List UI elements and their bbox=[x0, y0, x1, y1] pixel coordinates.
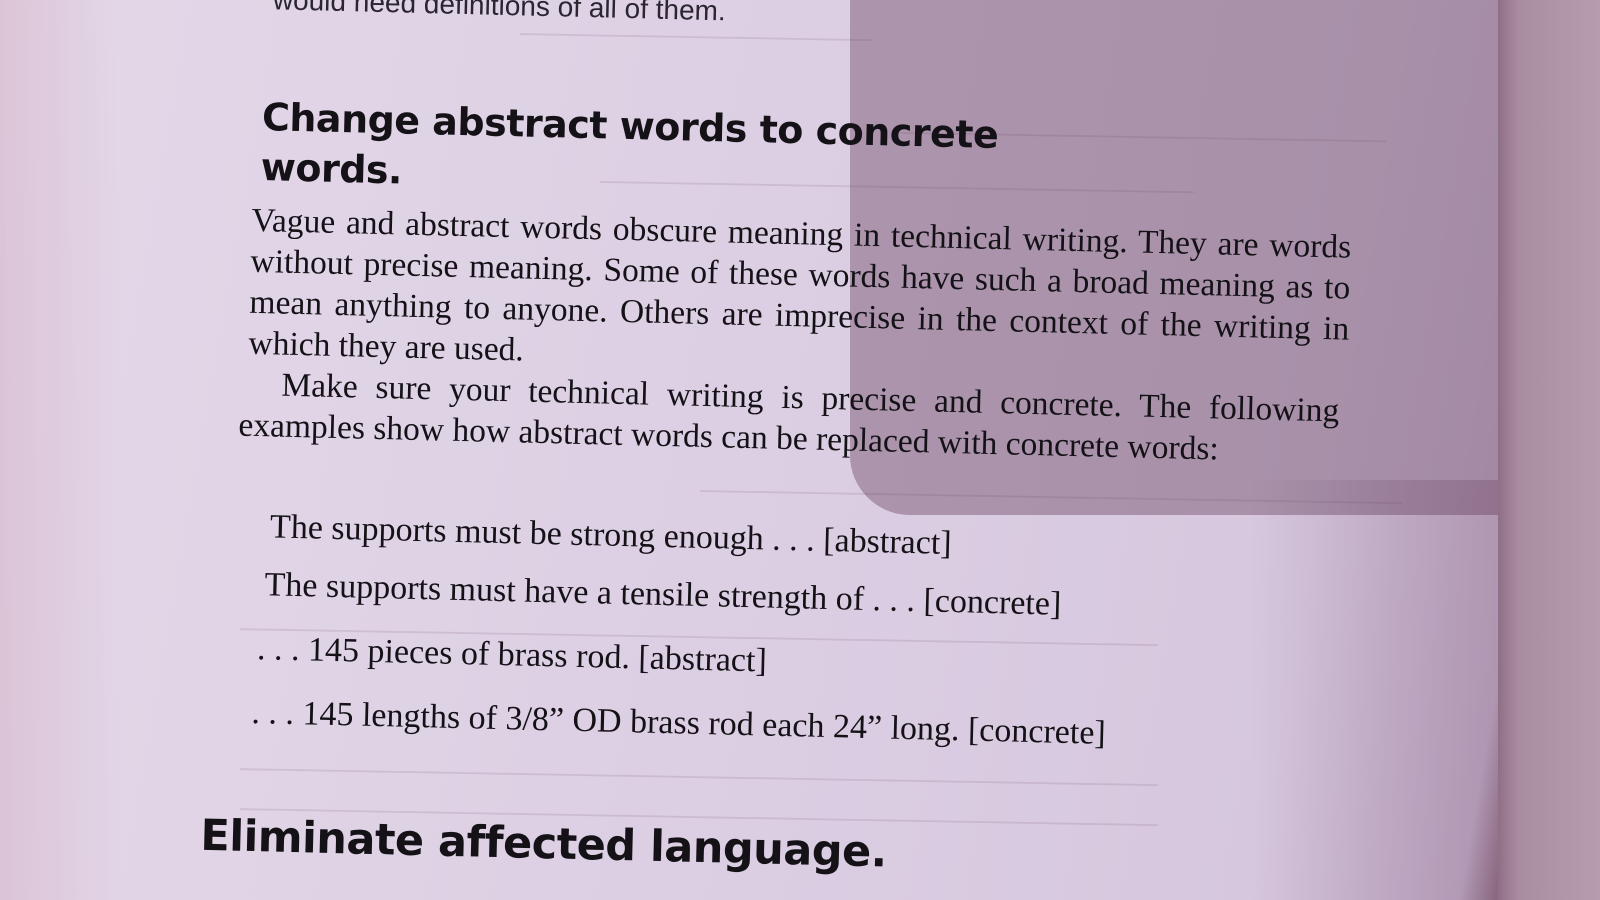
example-line: The supports must be strong enough . . .… bbox=[269, 508, 953, 563]
printed-text: would need definitions of all of them. C… bbox=[0, 0, 1600, 900]
next-section-heading: Eliminate affected language. bbox=[199, 810, 888, 878]
paragraph: Vague and abstract words obscure meaning… bbox=[248, 201, 1352, 369]
example-line: The supports must have a tensile strengt… bbox=[264, 566, 1062, 623]
book-page-photo: ————————————— —————————————————— ———————… bbox=[0, 0, 1600, 900]
section-heading: Change abstract words to concrete words. bbox=[260, 95, 999, 193]
example-line: . . . 145 lengths of 3/8” OD brass rod e… bbox=[251, 693, 1107, 752]
example-line: . . . 145 pieces of brass rod. [abstract… bbox=[256, 630, 768, 680]
cut-off-line: would need definitions of all of them. bbox=[272, 0, 727, 27]
